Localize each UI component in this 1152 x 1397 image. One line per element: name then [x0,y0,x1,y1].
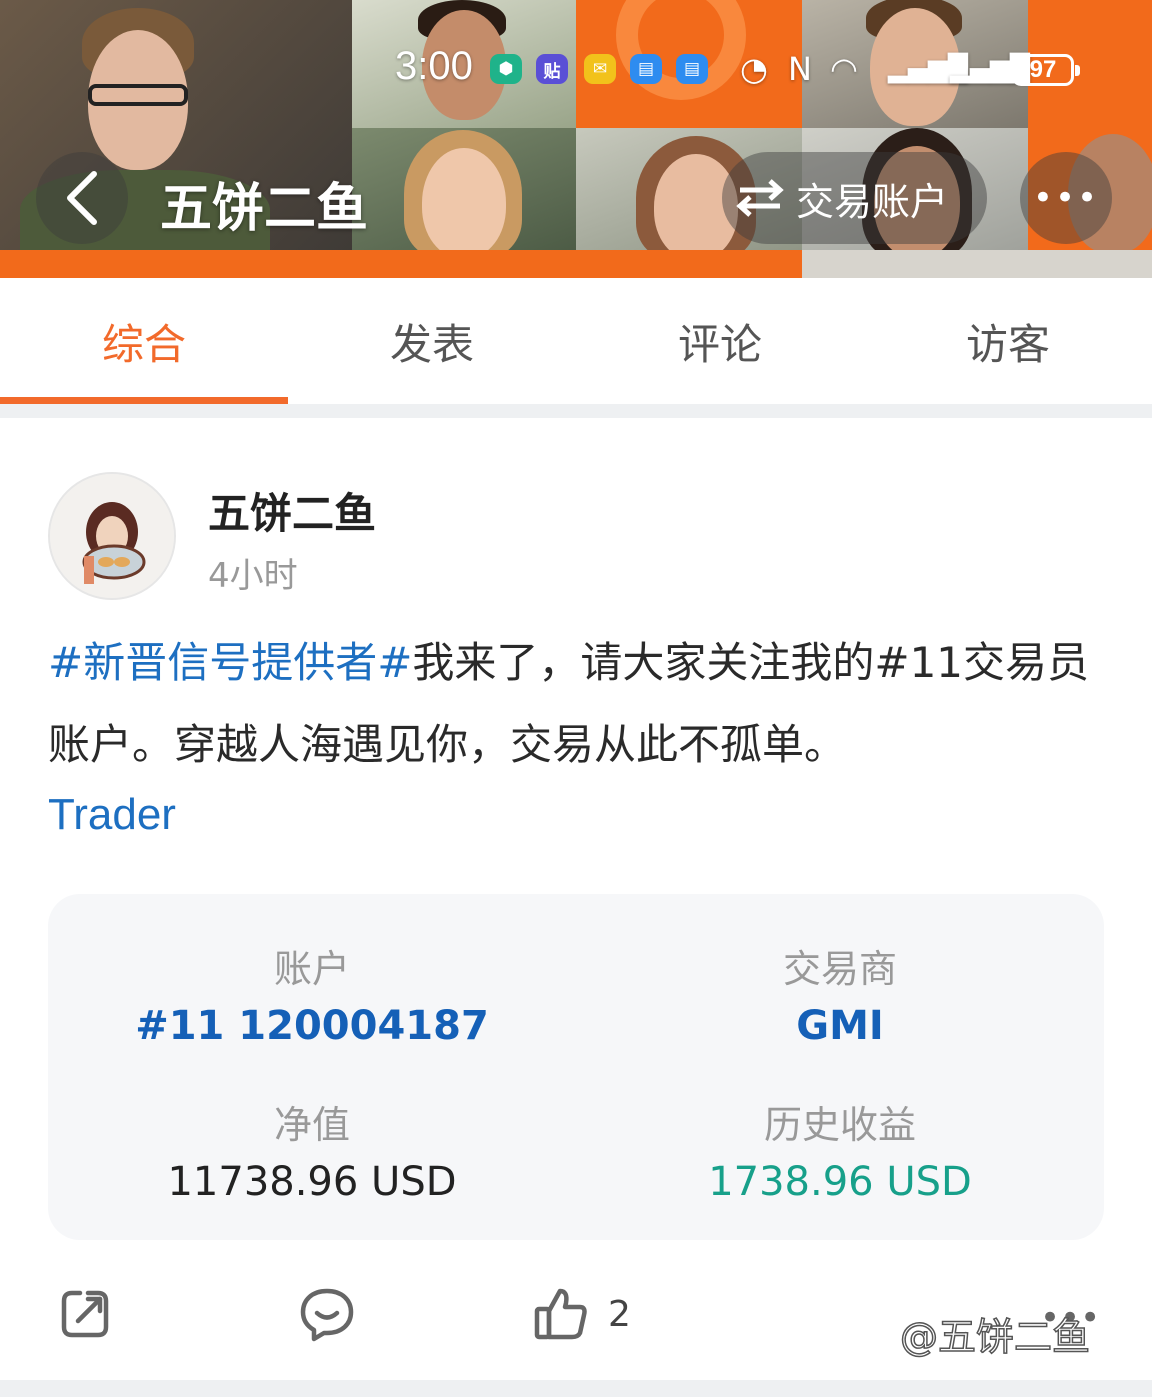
message-app-icon-2: ▤ [676,54,708,84]
account-card[interactable]: 账户 #11 120004187 交易商 GMI 净值 11738.96 USD… [48,894,1104,1240]
watermark: @五饼二鱼 [899,1314,1091,1360]
more-dots-icon: ••• [1032,178,1100,218]
banner-photo-4 [352,128,576,258]
banner-strip [0,250,802,278]
chevron-left-icon [67,171,97,225]
more-options-button[interactable]: ••• [1020,152,1112,244]
post-body: #新晋信号提供者#我来了，请大家关注我的#11交易员账户。穿越人海遇见你，交易从… [48,622,1108,786]
equity-label: 净值 [273,1103,350,1147]
equity-cell: 净值 11738.96 USD [48,1094,576,1205]
account-value: #11 120004187 [135,1003,489,1049]
page-title: 五饼二鱼 [160,179,369,239]
battery-indicator: 97 [1012,54,1080,86]
profit-label: 历史收益 [763,1103,916,1147]
speed-icon: ◔ [740,50,768,88]
shield-app-icon: ⬢ [490,54,522,84]
status-time: 3:00 [395,44,473,88]
post-timestamp: 4小时 [208,556,298,596]
comment-icon [300,1288,354,1342]
tieba-app-icon: 贴 [536,54,568,84]
profit-cell: 历史收益 1738.96 USD [576,1094,1104,1205]
thumbs-up-icon [534,1288,587,1340]
comment-button[interactable] [298,1284,356,1344]
account-label: 账户 [273,947,350,991]
tab-overview[interactable]: 综合 [0,278,288,404]
section-divider [0,404,1152,418]
broker-label: 交易商 [782,947,897,991]
banner-strip-right [802,250,1152,278]
wifi-icon: ◠ [830,50,858,88]
post-author-name[interactable]: 五饼二鱼 [208,480,376,541]
share-button[interactable] [58,1284,112,1344]
tab-comments[interactable]: 评论 [576,278,864,404]
mail-app-icon: ✉ [584,54,616,84]
swap-arrows-icon [736,179,784,217]
nfc-icon: N [788,50,812,88]
trader-link[interactable]: Trader [48,790,176,840]
status-bar: 3:00 ⬢ 贴 ✉ ▤ ▤ ◔ N ◠ ▂▄▆█ ▂▄▆█ 97 [0,42,1152,98]
switch-account-button[interactable]: 交易账户 [722,152,987,244]
switch-account-label: 交易账户 [796,179,949,224]
tab-posts[interactable]: 发表 [288,278,576,404]
account-cell: 账户 #11 120004187 [48,938,576,1049]
back-button[interactable] [36,152,128,244]
post-hashtag-link[interactable]: #新晋信号提供者# [48,638,412,687]
equity-value: 11738.96 USD [167,1159,457,1205]
avatar-illustration [50,474,174,598]
profile-banner: 3:00 ⬢ 贴 ✉ ▤ ▤ ◔ N ◠ ▂▄▆█ ▂▄▆█ 97 五饼二鱼 交… [0,0,1152,278]
tab-visitors[interactable]: 访客 [864,278,1152,404]
like-count: 2 [608,1293,631,1335]
profit-value: 1738.96 USD [708,1159,972,1205]
broker-cell: 交易商 GMI [576,938,1104,1049]
author-avatar[interactable] [48,472,176,600]
broker-value: GMI [796,1003,884,1049]
bottom-divider [0,1380,1152,1397]
share-icon [61,1290,109,1338]
profile-tabs: 综合 发表 评论 访客 [0,278,1152,404]
like-button[interactable]: 2 [532,1284,631,1344]
message-app-icon: ▤ [630,54,662,84]
